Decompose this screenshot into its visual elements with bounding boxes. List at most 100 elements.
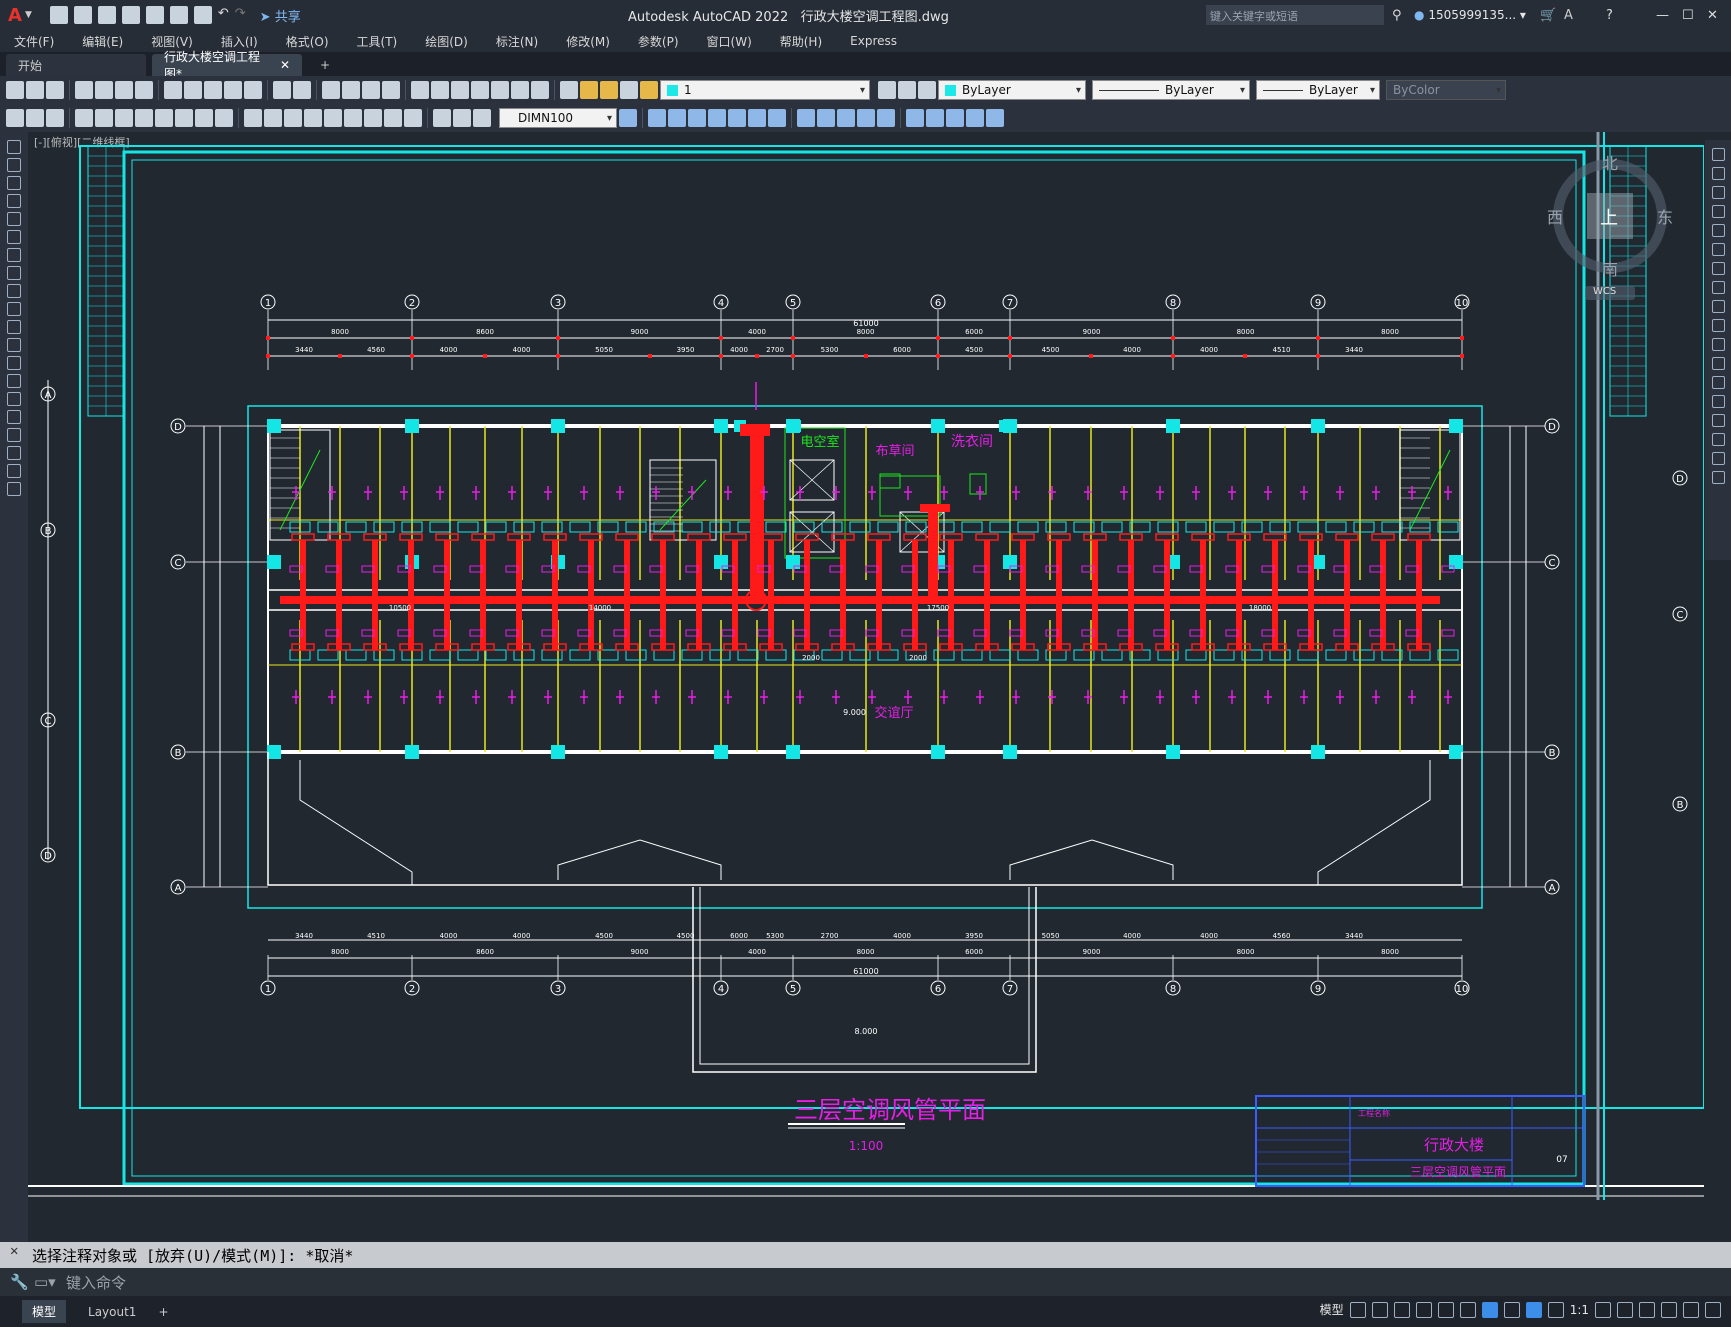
dim-text-edit-icon[interactable] [453,109,471,127]
viewcube[interactable]: 北 西 东 南 上 WCS [1545,148,1675,308]
polar-icon[interactable] [1415,1301,1432,1318]
loft-icon[interactable] [857,109,875,127]
app-menu-chevron-icon[interactable]: ▼ [25,10,32,20]
quick-dim-icon[interactable] [244,109,262,127]
extend-icon[interactable] [1711,338,1725,351]
dim-angular-icon[interactable] [215,109,233,127]
auto-scale-icon[interactable] [1547,1301,1564,1318]
menu-item[interactable]: 格式(O) [272,33,343,50]
jogged-linear-icon[interactable] [404,109,422,127]
fillet-icon[interactable] [1711,433,1725,446]
explode-icon[interactable] [1711,471,1725,484]
menu-item[interactable]: Express [836,34,911,48]
menu-item[interactable]: 窗口(W) [693,33,766,50]
join-icon[interactable] [1711,395,1725,408]
slice-icon[interactable] [986,109,1004,127]
wcs-menu[interactable]: WCS [1593,286,1616,297]
compass-south-label[interactable]: 南 [1602,256,1618,280]
insert-block-icon[interactable] [7,338,21,352]
close-button[interactable]: ✕ [1707,8,1718,23]
ortho-icon[interactable] [1393,1301,1410,1318]
layer-properties-icon[interactable] [560,81,578,99]
search-icon[interactable]: ⚲ [1392,8,1402,23]
dim-linear-icon[interactable] [75,109,93,127]
3d-box-icon[interactable] [648,109,666,127]
dimstyle-dropdown[interactable]: DIMN100 [499,108,617,128]
dim-edit-icon[interactable] [433,109,451,127]
section-icon[interactable] [966,109,984,127]
layer-previous-icon[interactable] [898,81,916,99]
tolerance-icon[interactable] [344,109,362,127]
circle-icon[interactable] [7,248,21,262]
tool-palettes-icon[interactable] [451,81,469,99]
menu-item[interactable]: 参数(P) [624,33,693,50]
layer-dropdown[interactable]: 1 [660,80,870,100]
recent-commands-icon[interactable]: ▭▾ [34,1273,56,1291]
dim-break-icon[interactable] [324,109,342,127]
3d-pyramid-icon[interactable] [768,109,786,127]
command-line[interactable]: 🔧 ▭▾ 键入命令 [0,1268,1731,1296]
workspace-gear-icon[interactable] [1595,1301,1611,1318]
customization-icon[interactable] [1705,1301,1721,1318]
share-button[interactable]: ➤ 共享 [260,6,301,25]
new-icon[interactable] [49,6,68,24]
3d-torus-icon[interactable] [748,109,766,127]
tab-model[interactable]: 模型 [22,1300,67,1323]
cut-icon[interactable] [164,81,182,99]
hatch-icon[interactable] [7,392,21,406]
linetype-dropdown[interactable]: ByLayer [1092,80,1250,100]
rectangle-icon[interactable] [7,212,21,226]
save-icon[interactable] [46,81,64,99]
close-cmd-icon[interactable]: ✕ [10,1243,18,1259]
blend-icon[interactable] [1711,452,1725,465]
compass-east-label[interactable]: 东 [1657,204,1673,228]
publish-icon[interactable] [145,6,164,24]
trim-icon[interactable] [1711,319,1725,332]
zoom-window-icon[interactable] [362,81,380,99]
export-icon[interactable] [169,6,188,24]
3d-cylinder-icon[interactable] [728,109,746,127]
dim-jogged-icon[interactable] [175,109,193,127]
menu-item[interactable]: 工具(T) [343,33,412,50]
dim-update-icon[interactable] [473,109,491,127]
stretch-icon[interactable] [1711,300,1725,313]
new-tab-button[interactable]: + [308,54,342,76]
plot-preview-icon[interactable] [95,81,113,99]
menu-item[interactable]: 编辑(E) [68,33,137,50]
menu-item[interactable]: 文件(F) [0,33,68,50]
union-icon[interactable] [906,109,924,127]
osnap-tracking-icon[interactable] [1437,1301,1454,1318]
quick-properties-icon[interactable] [1661,1301,1677,1318]
arc-icon[interactable] [7,230,21,244]
layer-on-icon[interactable] [580,81,598,99]
design-center-icon[interactable] [431,81,449,99]
copy-icon[interactable] [184,81,202,99]
add-selected-icon[interactable] [7,482,21,496]
subtract-icon[interactable] [926,109,944,127]
dim-ordinate-icon[interactable] [135,109,153,127]
command-input[interactable]: 键入命令 [66,1272,126,1293]
scale-icon[interactable] [1711,281,1725,294]
menu-item[interactable]: 绘图(D) [411,33,482,50]
3d-wedge-icon[interactable] [668,109,686,127]
compass-west-label[interactable]: 西 [1547,204,1563,228]
make-block-icon[interactable] [7,356,21,370]
annotation-visibility-icon[interactable] [1525,1301,1542,1318]
color-dropdown[interactable]: ByLayer [938,80,1086,100]
annotation-monitor-icon[interactable] [1617,1301,1633,1318]
polyline-icon[interactable] [7,176,21,190]
zoom-previous-icon[interactable] [382,81,400,99]
point-icon[interactable] [7,374,21,388]
layer-lock-icon[interactable] [640,81,658,99]
new-icon[interactable] [6,81,24,99]
lineweight-icon[interactable] [1503,1301,1520,1318]
3d-sphere-icon[interactable] [708,109,726,127]
save-icon[interactable] [97,6,116,24]
3d-cone-icon[interactable] [688,109,706,127]
dim-diameter-icon[interactable] [195,109,213,127]
inspection-icon[interactable] [384,109,402,127]
lineweight-dropdown[interactable]: ByLayer [1256,80,1380,100]
autodesk-a360-icon[interactable]: A [1564,8,1573,23]
dim-radius-icon[interactable] [155,109,173,127]
revolve-icon[interactable] [817,109,835,127]
